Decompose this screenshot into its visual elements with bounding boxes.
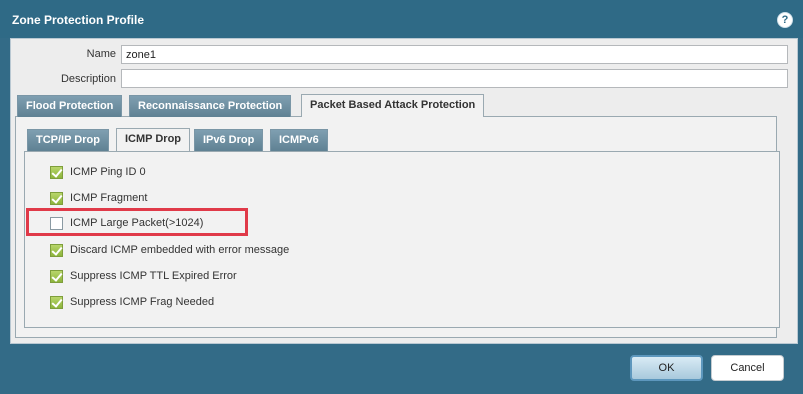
option-label: Suppress ICMP Frag Needed [70,296,215,308]
dialog-titlebar: Zone Protection Profile ? [0,0,803,38]
subtab-icmpv6[interactable]: ICMPv6 [270,129,328,151]
highlight-box [26,208,248,236]
dialog-title: Zone Protection Profile [12,13,145,27]
tab-flood-protection[interactable]: Flood Protection [17,95,123,117]
tab-reconnaissance-protection[interactable]: Reconnaissance Protection [129,95,292,117]
checkbox-suppress-icmp-frag-needed[interactable] [50,295,63,309]
option-suppress-icmp-frag-needed[interactable]: Suppress ICMP Frag Needed [50,294,214,310]
tab-packet-based-attack-protection[interactable]: Packet Based Attack Protection [301,94,485,117]
option-label: ICMP Fragment [70,192,148,204]
description-label: Description [60,73,116,85]
checkbox-suppress-icmp-ttl-expired[interactable] [50,269,63,283]
checkbox-icmp-fragment[interactable] [50,191,63,205]
option-label: ICMP Ping ID 0 [70,166,146,178]
name-input[interactable] [121,45,788,64]
checkbox-discard-icmp-embedded[interactable] [50,243,63,257]
option-suppress-icmp-ttl-expired[interactable]: Suppress ICMP TTL Expired Error [50,268,237,284]
description-input[interactable] [121,69,788,88]
name-label: Name [86,48,116,60]
checkbox-icmp-ping-id-0[interactable] [50,165,63,179]
subtab-icmp-drop[interactable]: ICMP Drop [116,128,191,151]
subtab-tcpip-drop[interactable]: TCP/IP Drop [27,129,109,151]
option-icmp-ping-id-0[interactable]: ICMP Ping ID 0 [50,164,146,180]
zone-protection-profile-dialog: Zone Protection Profile ? Name Descripti… [0,0,803,394]
option-label: Suppress ICMP TTL Expired Error [70,270,237,282]
help-icon[interactable]: ? [777,12,793,28]
option-label: Discard ICMP embedded with error message [70,244,290,256]
option-icmp-fragment[interactable]: ICMP Fragment [50,190,147,206]
option-discard-icmp-embedded[interactable]: Discard ICMP embedded with error message [50,242,289,258]
cancel-button[interactable]: Cancel [711,355,784,381]
ok-button[interactable]: OK [630,355,703,381]
subtab-ipv6-drop[interactable]: IPv6 Drop [194,129,264,151]
